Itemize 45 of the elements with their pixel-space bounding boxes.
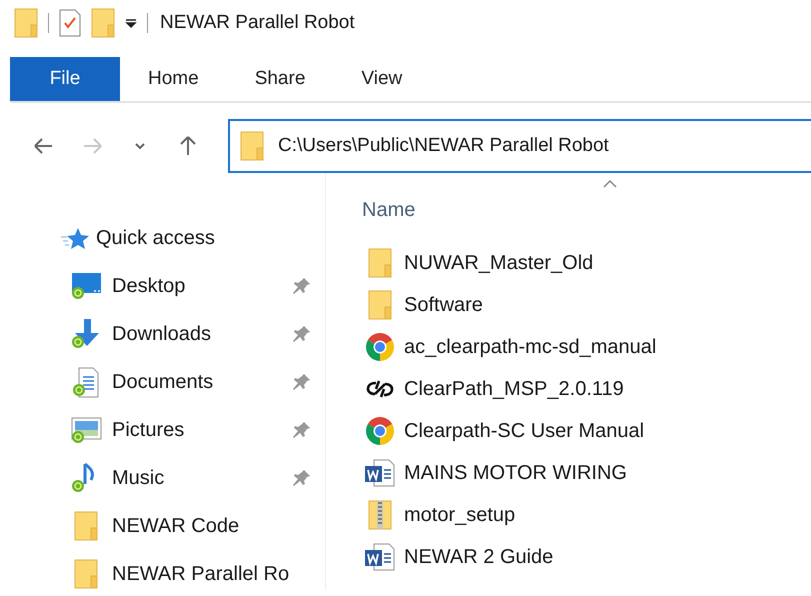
pin-icon[interactable] bbox=[292, 324, 312, 344]
address-bar[interactable]: C:\Users\Public\NEWAR Parallel Robot bbox=[228, 119, 811, 173]
pin-icon[interactable] bbox=[292, 372, 312, 392]
sidebar-item[interactable]: NEWAR Code bbox=[0, 502, 325, 550]
desktop-icon bbox=[70, 271, 102, 301]
file-menu-button[interactable]: File bbox=[10, 57, 120, 101]
file-item[interactable]: ClearPath_MSP_2.0.119 bbox=[326, 368, 811, 410]
file-item[interactable]: NEWAR 2 Guide bbox=[326, 536, 811, 578]
sidebar-item[interactable]: Pictures bbox=[0, 406, 325, 454]
chrome-icon bbox=[366, 417, 394, 445]
sidebar-item[interactable]: Documents bbox=[0, 358, 325, 406]
chrome-icon bbox=[366, 333, 394, 361]
name-column-header[interactable]: Name bbox=[362, 198, 416, 222]
file-item[interactable]: Software bbox=[326, 284, 811, 326]
file-item[interactable]: Clearpath-SC User Manual bbox=[326, 410, 811, 452]
file-item[interactable]: MAINS MOTOR WIRING bbox=[326, 452, 811, 494]
star-icon bbox=[60, 227, 90, 249]
file-item[interactable]: NUWAR_Master_Old bbox=[326, 242, 811, 284]
picture-icon bbox=[70, 415, 102, 445]
sidebar-item[interactable]: Music bbox=[0, 454, 325, 502]
dropdown-icon[interactable] bbox=[125, 16, 137, 28]
folder-icon bbox=[368, 248, 392, 278]
file-item[interactable]: motor_setup bbox=[326, 494, 811, 536]
pin-icon[interactable] bbox=[292, 420, 312, 440]
download-icon bbox=[70, 318, 102, 350]
window-title: NEWAR Parallel Robot bbox=[160, 12, 355, 34]
sidebar-item[interactable]: NEWAR Parallel Ro bbox=[0, 550, 325, 590]
pin-icon[interactable] bbox=[292, 468, 312, 488]
zip-folder-icon bbox=[368, 500, 392, 530]
file-item[interactable]: ac_clearpath-mc-sd_manual bbox=[326, 326, 811, 368]
sidebar-item[interactable]: Desktop bbox=[0, 262, 325, 310]
word-document-icon bbox=[364, 542, 396, 572]
folder-icon bbox=[368, 290, 392, 320]
word-document-icon bbox=[364, 458, 396, 488]
properties-icon[interactable] bbox=[59, 8, 81, 36]
pin-icon[interactable] bbox=[292, 276, 312, 296]
ribbon-tab[interactable]: Home bbox=[120, 57, 227, 101]
sidebar-item[interactable]: Downloads bbox=[0, 310, 325, 358]
quick-access-header[interactable]: Quick access bbox=[96, 226, 215, 250]
folder-icon bbox=[240, 131, 264, 161]
sort-caret-icon[interactable] bbox=[603, 179, 617, 189]
ribbon-tab[interactable]: Share bbox=[226, 57, 334, 101]
ribbon-tab[interactable]: View bbox=[333, 57, 430, 101]
new-folder-icon bbox=[91, 8, 115, 38]
folder-icon bbox=[14, 8, 38, 38]
